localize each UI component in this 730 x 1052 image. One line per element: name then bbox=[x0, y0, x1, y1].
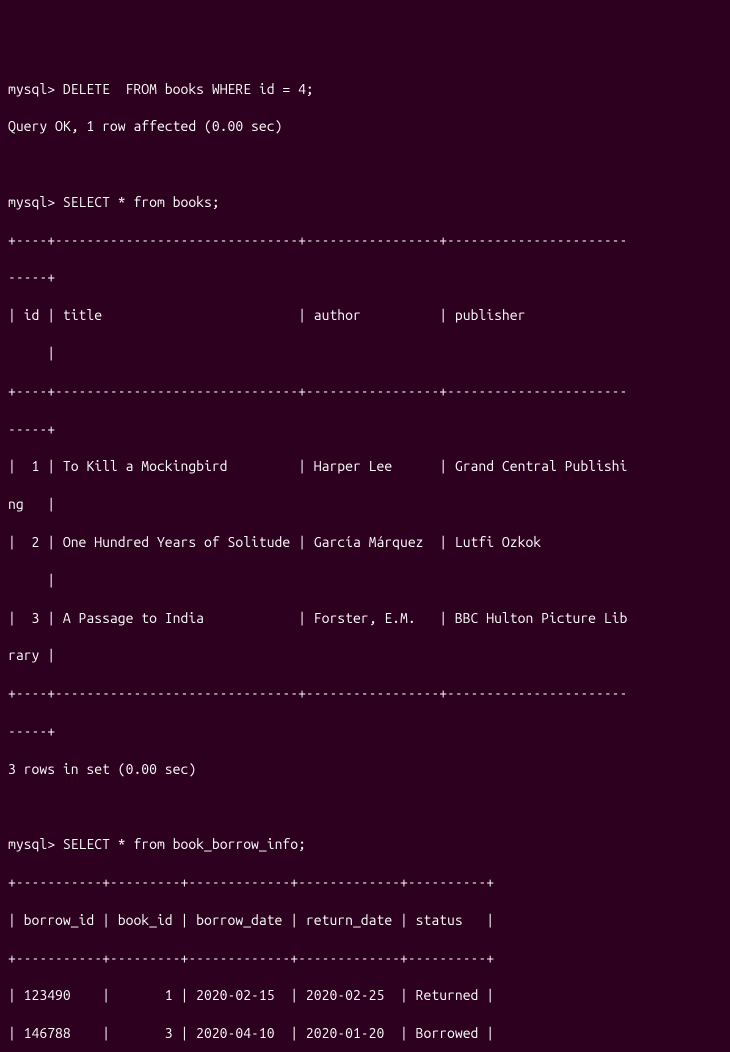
table-divider: +----+-------------------------------+--… bbox=[8, 684, 722, 703]
borrow-table-row-1: | 123490 | 1 | 2020-02-15 | 2020-02-25 |… bbox=[8, 986, 722, 1005]
table-divider-wrap: -----+ bbox=[8, 722, 722, 741]
books-table-header: | id | title | author | publisher bbox=[8, 306, 722, 325]
table-divider-wrap: -----+ bbox=[8, 420, 722, 439]
books-table-row-2: | 2 | One Hundred Years of Solitude | Ga… bbox=[8, 533, 722, 552]
sql-command-2: SELECT * from books; bbox=[63, 194, 220, 210]
mysql-prompt: mysql> bbox=[8, 836, 55, 852]
books-table-header-wrap: | bbox=[8, 344, 722, 363]
borrow-table-header: | borrow_id | book_id | borrow_date | re… bbox=[8, 911, 722, 930]
mysql-prompt: mysql> bbox=[8, 194, 55, 210]
sql-command-3: SELECT * from book_borrow_info; bbox=[63, 836, 306, 852]
books-table-row-1: | 1 | To Kill a Mockingbird | Harper Lee… bbox=[8, 457, 722, 476]
books-table-row-1-wrap: ng | bbox=[8, 495, 722, 514]
table-divider: +-----------+---------+-------------+---… bbox=[8, 873, 722, 892]
table-divider: +----+-------------------------------+--… bbox=[8, 231, 722, 250]
borrow-table-row-2: | 146788 | 3 | 2020-04-10 | 2020-01-20 |… bbox=[8, 1024, 722, 1043]
books-table-row-3-wrap: rary | bbox=[8, 646, 722, 665]
table-divider-wrap: -----+ bbox=[8, 268, 722, 287]
cmd-line-3: mysql> SELECT * from book_borrow_info; bbox=[8, 835, 722, 854]
cmd-line-1: mysql> DELETE FROM books WHERE id = 4; bbox=[8, 80, 722, 99]
table-divider: +----+-------------------------------+--… bbox=[8, 382, 722, 401]
sql-command-1: DELETE FROM books WHERE id = 4; bbox=[63, 81, 314, 97]
books-table-row-2-wrap: | bbox=[8, 571, 722, 590]
cmd-line-2: mysql> SELECT * from books; bbox=[8, 193, 722, 212]
query-result-1: Query OK, 1 row affected (0.00 sec) bbox=[8, 117, 722, 136]
books-table-row-3: | 3 | A Passage to India | Forster, E.M.… bbox=[8, 609, 722, 628]
table-divider: +-----------+---------+-------------+---… bbox=[8, 949, 722, 968]
mysql-prompt: mysql> bbox=[8, 81, 55, 97]
blank-line bbox=[8, 155, 722, 174]
blank-line bbox=[8, 797, 722, 816]
books-summary: 3 rows in set (0.00 sec) bbox=[8, 760, 722, 779]
